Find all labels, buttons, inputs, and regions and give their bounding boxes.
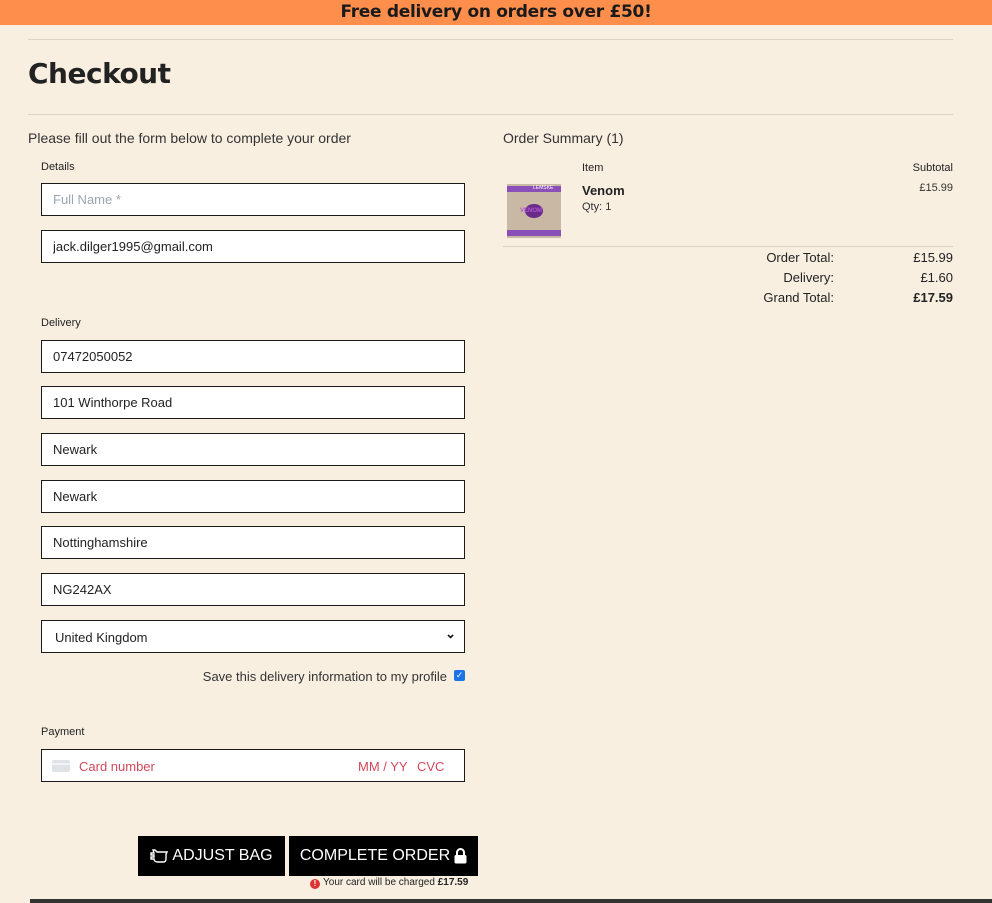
promo-banner-text: Free delivery on orders over £50! <box>340 2 652 22</box>
product-subtotal: £15.99 <box>919 182 953 194</box>
delivery-label: Delivery <box>41 317 81 329</box>
details-label: Details <box>41 161 75 173</box>
email-input[interactable] <box>41 230 465 263</box>
back-hand-icon <box>150 849 169 863</box>
card-cvc-placeholder: CVC <box>417 759 445 774</box>
card-element[interactable]: Card number MM / YY CVC <box>41 749 465 782</box>
product-qty: Qty: 1 <box>582 201 612 213</box>
payment-label: Payment <box>41 726 85 738</box>
full-name-input[interactable] <box>41 183 465 216</box>
product-thumbnail[interactable]: LEMSKE VENOM <box>507 184 561 238</box>
product-name: Venom <box>582 183 625 198</box>
grand-total-label: Grand Total: <box>763 290 834 305</box>
complete-order-button[interactable]: COMPLETE ORDER <box>289 836 478 876</box>
warning-icon: ! <box>310 879 320 889</box>
form-intro: Please fill out the form below to comple… <box>28 130 351 146</box>
city-input[interactable] <box>41 480 465 513</box>
card-number-placeholder: Card number <box>79 759 155 774</box>
postcode-input[interactable] <box>41 573 465 606</box>
complete-order-label: COMPLETE ORDER <box>299 847 451 864</box>
page-title: Checkout <box>28 57 171 90</box>
chevron-down-icon: ⌄ <box>445 626 456 641</box>
order-total-value: £15.99 <box>913 250 953 265</box>
order-total-label: Order Total: <box>766 250 834 265</box>
promo-banner: Free delivery on orders over £50! <box>0 0 992 25</box>
adjust-bag-button[interactable]: ADJUST BAG <box>138 836 285 876</box>
top-divider <box>28 39 953 40</box>
thumbnail-bottom-band <box>507 230 561 236</box>
title-divider <box>28 114 953 115</box>
grand-total-value: £17.59 <box>913 290 953 305</box>
subtotal-column-header: Subtotal <box>912 162 953 174</box>
footer-edge <box>30 899 992 903</box>
delivery-cost-value: £1.60 <box>920 270 953 285</box>
credit-card-icon <box>52 760 70 772</box>
item-column-header: Item <box>582 162 604 174</box>
town-input[interactable] <box>41 433 465 466</box>
street-address-input[interactable] <box>41 386 465 419</box>
thumbnail-title: VENOM <box>520 208 543 214</box>
save-info-checkbox[interactable]: ✓ <box>454 670 465 681</box>
country-select-value: United Kingdom <box>55 630 148 645</box>
summary-divider <box>503 246 953 247</box>
phone-input[interactable] <box>41 340 465 373</box>
charge-note-text: Your card will be charged <box>323 877 435 888</box>
thumbnail-label: LEMSKE <box>533 185 554 191</box>
order-summary-heading: Order Summary (1) <box>503 130 624 146</box>
county-input[interactable] <box>41 526 465 559</box>
card-expiry-placeholder: MM / YY <box>358 759 408 774</box>
country-select[interactable]: United Kingdom ⌄ <box>41 620 465 653</box>
lock-icon <box>454 848 467 864</box>
delivery-cost-label: Delivery: <box>783 270 834 285</box>
charge-note-amount: £17.59 <box>437 877 469 888</box>
charge-note: ! Your card will be charged £17.59 <box>310 877 468 889</box>
adjust-bag-label: ADJUST BAG <box>172 847 273 864</box>
save-info-label: Save this delivery information to my pro… <box>202 669 447 684</box>
